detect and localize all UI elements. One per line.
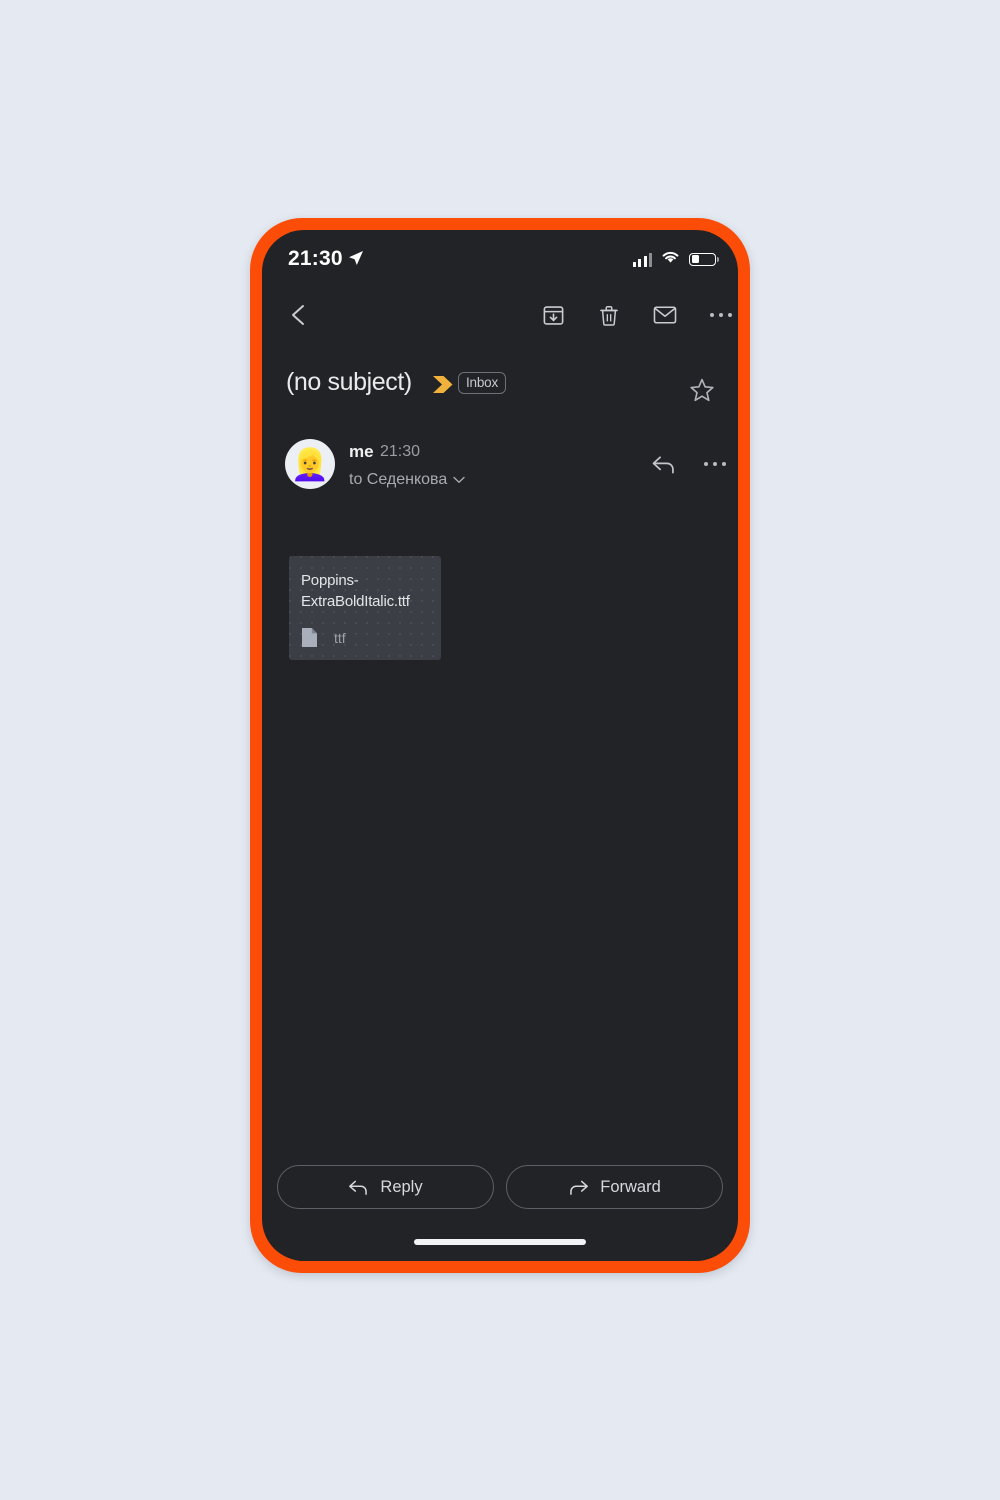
reply-action-label: Reply (380, 1177, 423, 1196)
star-button[interactable] (682, 370, 722, 410)
subject-row: (no subject) Inbox (262, 360, 738, 420)
forward-action-label: Forward (600, 1177, 661, 1196)
more-options-icon (709, 312, 733, 318)
reply-arrow-icon (652, 456, 674, 474)
status-bar-time: 21:30 (288, 247, 343, 270)
sender-name: me (349, 442, 374, 461)
action-bar (262, 292, 738, 354)
status-bar: 21:30 (262, 230, 738, 290)
cellular-signal-icon (632, 252, 652, 267)
phone-screen: 21:30 (262, 230, 738, 1261)
message-time: 21:30 (380, 443, 421, 460)
battery-icon (689, 252, 719, 266)
bottom-actions: Reply Forward (262, 1165, 738, 1209)
attachment-filename: Poppins-ExtraBoldItalic.ttf (301, 572, 410, 610)
attachment-card[interactable]: Poppins-ExtraBoldItalic.ttf ttf (289, 556, 441, 660)
more-options-button[interactable] (698, 292, 738, 338)
attachment-type: ttf (334, 629, 346, 646)
status-bar-indicators (632, 249, 719, 269)
mark-unread-button[interactable] (642, 292, 688, 338)
delete-button[interactable] (586, 292, 632, 338)
location-arrow-icon (348, 250, 364, 271)
status-badge[interactable]: Inbox (458, 372, 507, 394)
more-options-icon (703, 461, 727, 467)
forward-action-button[interactable]: Forward (506, 1165, 723, 1209)
archive-button[interactable] (530, 292, 576, 338)
phone-frame: 21:30 (250, 218, 750, 1273)
reply-arrow-icon (349, 1180, 368, 1195)
reply-action-button[interactable]: Reply (277, 1165, 494, 1209)
forward-arrow-icon (570, 1180, 589, 1195)
attachment-meta: ttf (301, 627, 346, 648)
recipient-row[interactable]: to Седенкова (349, 471, 465, 489)
reply-button[interactable] (643, 444, 683, 484)
message-more-options-button[interactable] (695, 444, 735, 484)
avatar[interactable]: 👱‍♀️ (285, 439, 335, 489)
important-chevron-icon[interactable] (432, 375, 454, 399)
page-title: (no subject) (286, 368, 412, 396)
home-indicator[interactable] (414, 1239, 586, 1245)
recipient-label: to Седенкова (349, 471, 448, 488)
star-outline-icon (690, 378, 714, 402)
wifi-icon (661, 249, 680, 269)
document-icon (302, 628, 317, 647)
chevron-down-icon (453, 476, 465, 483)
back-button[interactable] (276, 292, 322, 338)
message-header: 👱‍♀️ me 21:30 to Седенкова (262, 430, 738, 506)
